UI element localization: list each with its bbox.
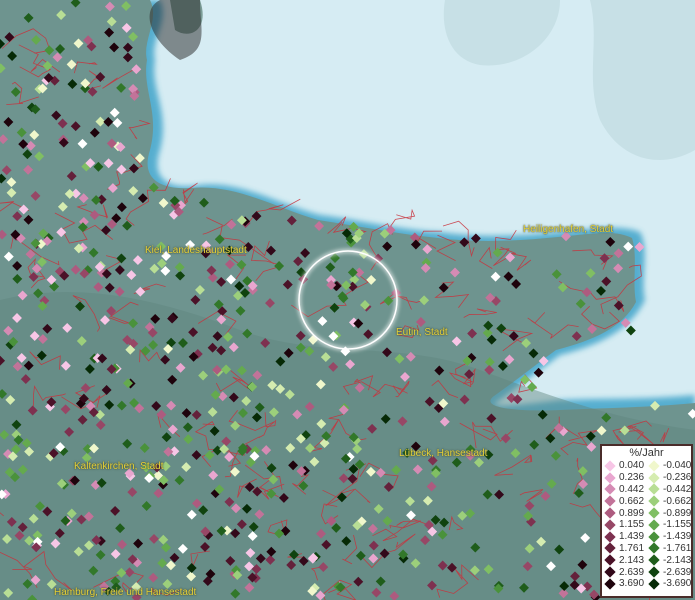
legend-value: -0.040 [663,460,692,472]
legend-swatch [648,472,660,484]
legend-swatch [648,531,660,543]
legend-value: -3.690 [663,578,692,590]
legend-entry-negative: -0.899 [646,507,692,519]
legend-swatch [648,578,660,590]
legend-rows: 0.040 -0.040 0.236 -0.236 0.442 -0.442 0.662 -0… [602,460,691,590]
legend-entry-negative: -1.761 [646,542,692,555]
legend-value: 0.442 [619,483,645,495]
legend-value: -0.236 [663,472,692,484]
legend-value: -0.662 [663,495,692,507]
legend-row: 3.690 -3.690 [602,578,691,590]
legend-entry-positive: 0.040 [602,460,646,472]
legend-swatch [604,495,616,507]
legend-swatch [604,472,616,484]
legend-swatch [648,495,660,507]
legend-swatch [604,531,616,543]
place-label-kiel[interactable]: Kiel, Landeshauptstadt [145,245,247,256]
legend-value: 0.040 [619,460,645,472]
legend-row: 1.155 -1.155 [602,519,691,531]
legend-entry-negative: -2.143 [646,554,692,566]
legend-value: -0.899 [663,507,692,519]
legend-row: 0.899 -0.899 [602,507,691,519]
legend-swatch [648,483,660,496]
legend-value: 0.236 [619,472,645,484]
legend-swatch [604,566,616,578]
legend-entry-negative: -1.439 [646,531,692,543]
legend-entry-positive: 1.761 [602,542,646,555]
legend-swatch [648,519,660,531]
legend-swatch [648,507,660,519]
legend-swatch [604,460,616,472]
legend-value: 0.662 [619,495,645,507]
legend-row: 0.442 -0.442 [602,483,692,496]
legend-entry-positive: 2.143 [602,554,646,566]
legend-value: 1.155 [619,519,645,531]
legend-swatch [648,460,660,472]
legend-swatch [604,578,616,590]
legend-row: 2.143 -2.143 [602,554,691,566]
legend-value: -2.143 [663,554,692,566]
legend-value: 2.143 [619,554,645,566]
legend-row: 0.040 -0.040 [602,460,691,472]
legend-entry-positive: 0.236 [602,472,646,484]
legend-entry-negative: -0.662 [646,495,692,507]
legend-value: 2.639 [619,566,645,578]
legend-value: -1.761 [663,542,692,554]
legend-row: 0.236 -0.236 [602,472,691,484]
map-canvas[interactable] [0,0,695,600]
legend-title: %/Jahr [629,447,664,459]
legend-entry-negative: -1.155 [646,519,692,531]
legend-swatch [604,554,616,566]
legend-entry-positive: 0.662 [602,495,646,507]
legend-entry-positive: 1.439 [602,531,646,543]
legend-swatch [604,519,616,531]
place-label-heiligenhafen[interactable]: Heiligenhafen, Stadt [523,224,613,235]
legend-swatch [604,542,616,555]
legend-entry-negative: -0.236 [646,472,692,484]
legend-row: 1.439 -1.439 [602,531,691,543]
legend-entry-negative: -2.639 [646,566,692,578]
legend-value: -2.639 [663,566,692,578]
legend-row: 2.639 -2.639 [602,566,691,578]
legend-entry-negative: -0.442 [646,483,692,496]
legend-entry-positive: 2.639 [602,566,646,578]
legend-entry-positive: 0.899 [602,507,646,519]
place-label-luebeck[interactable]: Lübeck, Hansestadt [399,448,487,459]
legend-entry-negative: -0.040 [646,460,692,472]
legend-row: 1.761 -1.761 [602,542,692,555]
legend-swatch [604,483,616,496]
place-label-kaltenkirchen[interactable]: Kaltenkirchen, Stadt [74,461,164,472]
legend: %/Jahr 0.040 -0.040 0.236 -0.236 0.442 -0.442… [600,444,693,598]
legend-value: -1.439 [663,531,692,543]
legend-swatch [604,507,616,519]
place-label-hamburg[interactable]: Hamburg, Freie und Hansestadt [54,587,196,598]
legend-swatch [648,554,660,566]
legend-entry-negative: -3.690 [646,578,692,590]
place-label-eutin[interactable]: Eutin, Stadt [396,327,448,338]
legend-row: 0.662 -0.662 [602,495,691,507]
legend-swatch [648,542,660,555]
legend-value: 1.761 [619,542,645,554]
legend-value: -1.155 [663,519,692,531]
legend-value: 1.439 [619,531,645,543]
legend-value: 0.899 [619,507,645,519]
legend-entry-positive: 1.155 [602,519,646,531]
legend-entry-positive: 0.442 [602,483,646,496]
legend-value: 3.690 [619,578,645,590]
legend-value: -0.442 [663,483,692,495]
legend-swatch [648,566,660,578]
legend-entry-positive: 3.690 [602,578,646,590]
